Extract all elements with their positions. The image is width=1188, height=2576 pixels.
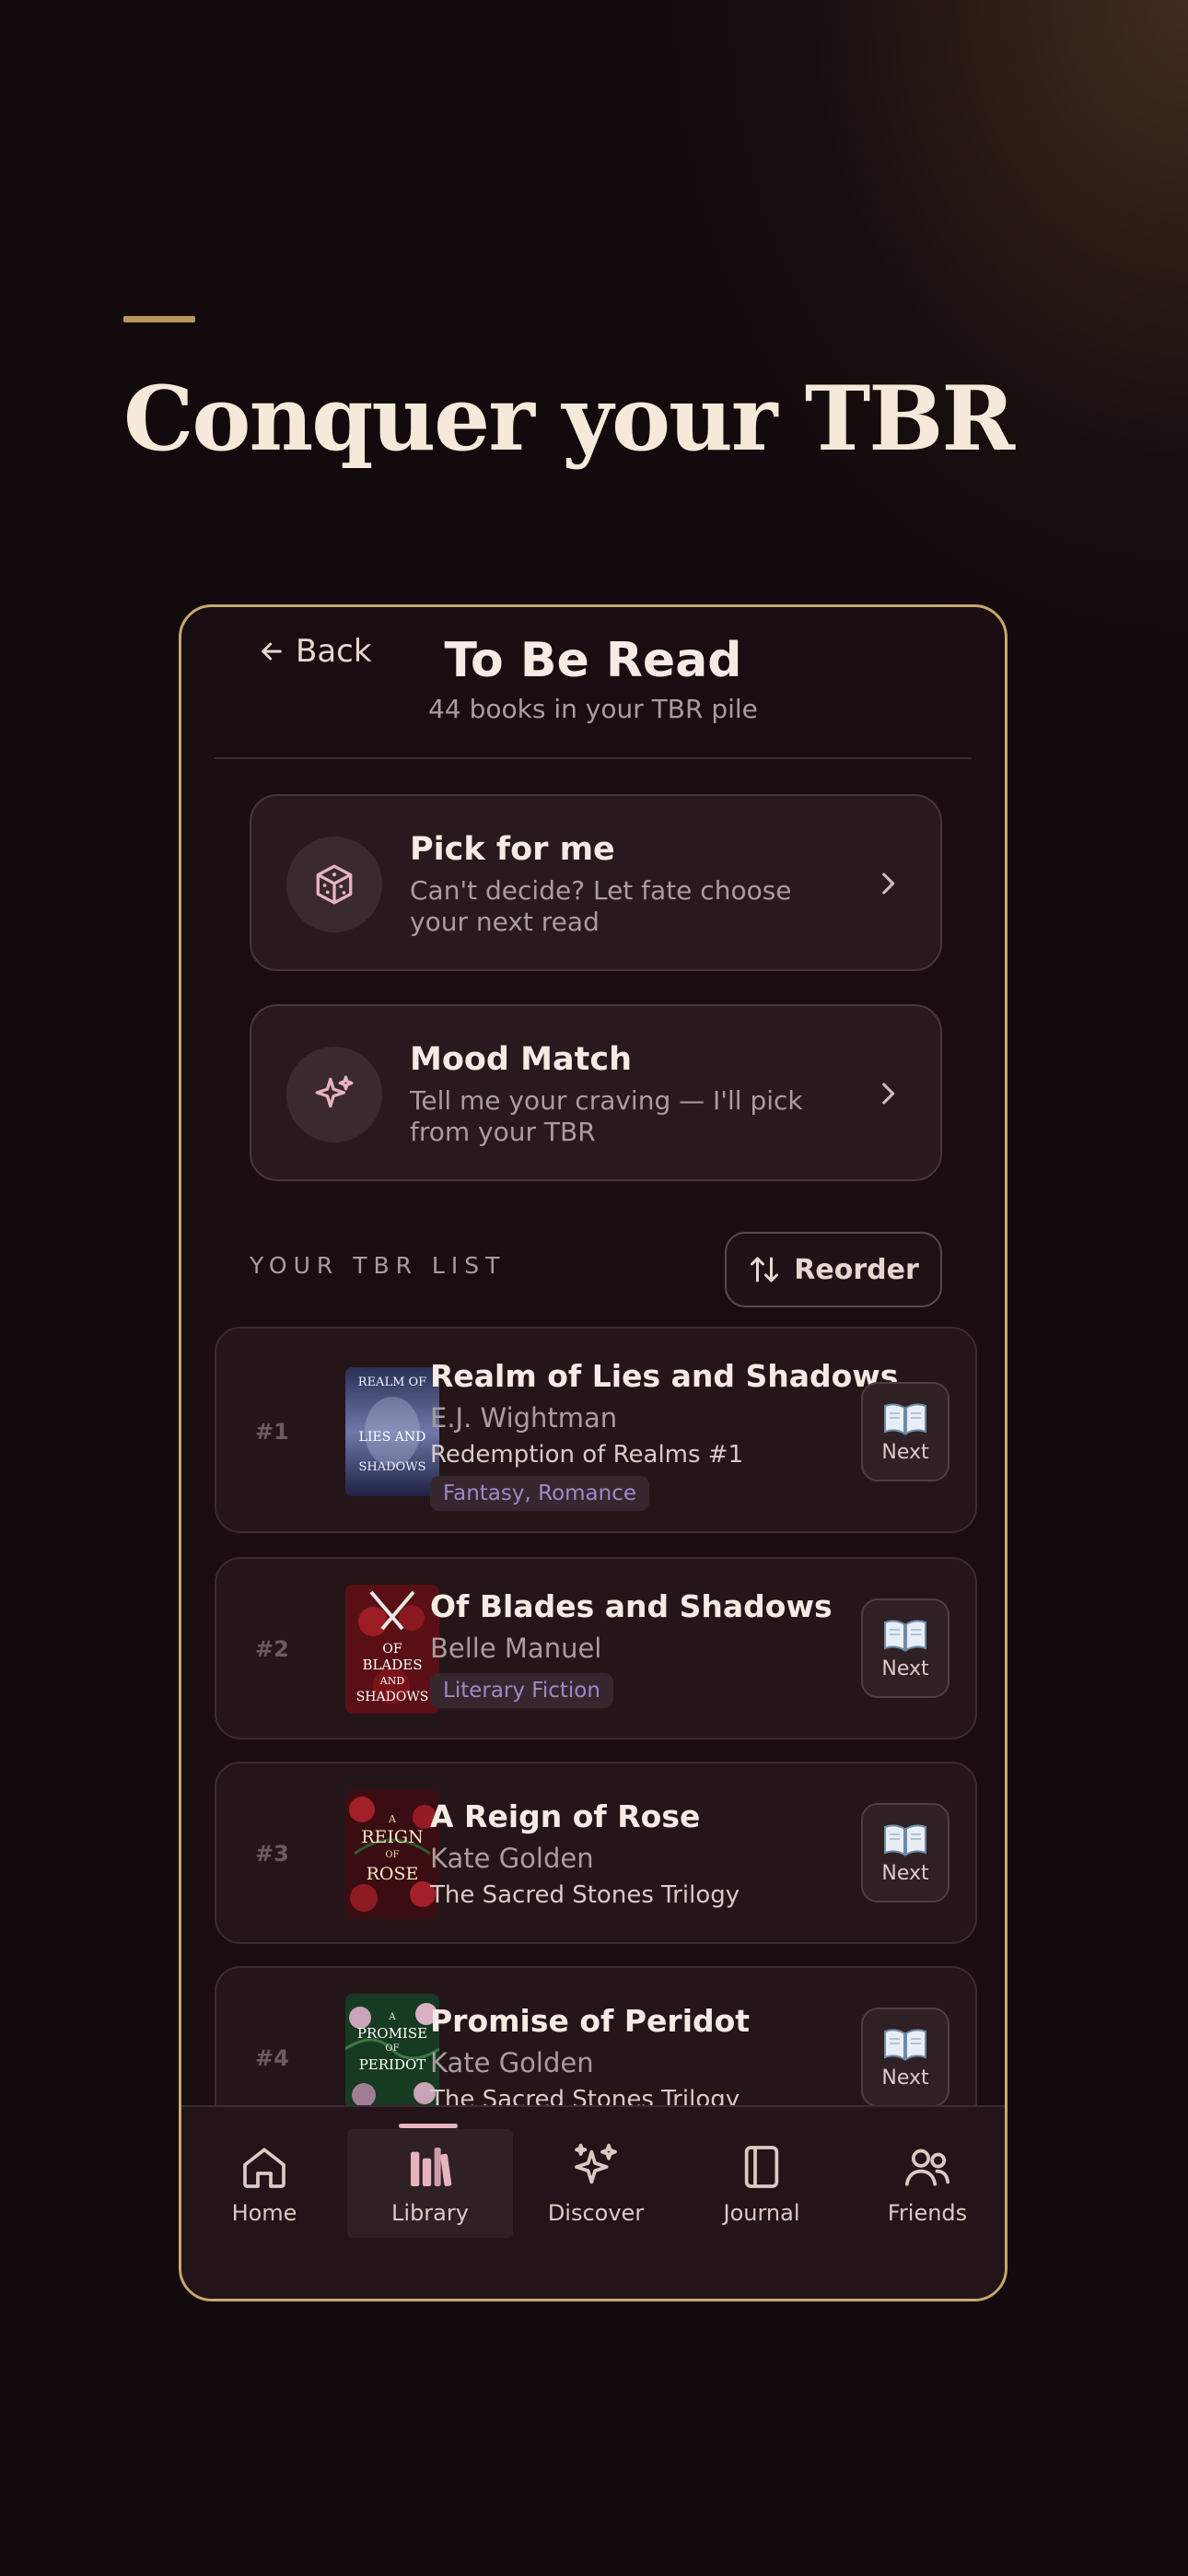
sort-arrows-icon	[751, 1257, 779, 1282]
book-author: E.J. Wightman	[430, 1402, 618, 1434]
page-title: To Be Read	[444, 633, 742, 688]
tbr-list-section-label: YOUR TBR LIST	[250, 1252, 507, 1279]
book-author: Kate Golden	[430, 1843, 594, 1874]
svg-text:SHADOWS: SHADOWS	[356, 1690, 429, 1704]
open-book-icon	[884, 1619, 926, 1652]
next-label: Next	[881, 2066, 929, 2090]
tab-journal-label: Journal	[723, 2200, 800, 2226]
svg-text:AND: AND	[379, 1675, 405, 1687]
book-cover-image: OF BLADES AND SHADOWS	[345, 1585, 439, 1714]
svg-text:SHADOWS: SHADOWS	[359, 1460, 426, 1474]
book-title: Promise of Peridot	[430, 2003, 751, 2039]
svg-text:OF: OF	[385, 2043, 399, 2054]
genre-tag: Fantasy, Romance	[430, 1476, 650, 1511]
tab-journal[interactable]: Journal	[679, 2129, 844, 2238]
tab-discover-label: Discover	[547, 2200, 645, 2226]
friends-icon	[904, 2149, 950, 2186]
open-book-icon	[884, 1402, 926, 1435]
hero-title: Conquer your TBR	[123, 367, 1015, 471]
book-author: Kate Golden	[430, 2047, 594, 2078]
pick-for-me-description: Can't decide? Let fate choose your next …	[410, 875, 792, 937]
genre-tag: Literary Fiction	[430, 1673, 613, 1708]
hero-accent-line	[123, 316, 195, 322]
svg-text:BLADES: BLADES	[362, 1657, 422, 1673]
tab-home[interactable]: Home	[181, 2129, 347, 2238]
mood-match-card[interactable]: Mood Match Tell me your craving — I'll p…	[250, 1004, 942, 1181]
sparkles-icon	[575, 2143, 617, 2184]
mark-next-button[interactable]: Next	[861, 1382, 949, 1481]
book-series: The Sacred Stones Trilogy	[430, 1881, 740, 1909]
tab-friends[interactable]: Friends	[844, 2129, 1005, 2238]
book-title: Realm of Lies and Shadows	[430, 1358, 899, 1394]
svg-text:ROSE: ROSE	[367, 1864, 419, 1884]
pick-for-me-title: Pick for me	[410, 831, 615, 868]
home-icon	[243, 2148, 285, 2188]
book-cover-image: A REIGN OF ROSE	[345, 1789, 439, 1918]
next-label: Next	[881, 1861, 929, 1885]
book-card[interactable]: #2 OF BLADES AND SHADOWS Of Blades and S…	[215, 1557, 977, 1739]
mark-next-button[interactable]: Next	[861, 1598, 949, 1698]
mark-next-button[interactable]: Next	[861, 1803, 949, 1903]
svg-text:LIES AND: LIES AND	[359, 1430, 426, 1445]
journal-icon	[744, 2146, 779, 2188]
chevron-right-icon	[882, 872, 895, 895]
tab-friends-label: Friends	[887, 2200, 968, 2226]
book-rank: #3	[255, 1841, 289, 1867]
chevron-right-icon	[882, 1083, 895, 1105]
book-rank: #1	[255, 1419, 289, 1445]
library-icon	[411, 2148, 452, 2186]
svg-text:A: A	[388, 2012, 396, 2022]
book-rank: #2	[255, 1636, 289, 1662]
svg-text:OF: OF	[385, 1850, 399, 1860]
sparkles-icon-badge	[286, 1047, 382, 1142]
dice-icon-badge	[286, 837, 382, 932]
book-rank: #4	[255, 2045, 289, 2071]
mark-next-button[interactable]: Next	[861, 2008, 949, 2107]
book-title: A Reign of Rose	[430, 1798, 701, 1834]
svg-text:PROMISE: PROMISE	[357, 2025, 427, 2042]
open-book-icon	[884, 1823, 926, 1856]
next-label: Next	[881, 1440, 929, 1464]
book-cover-image: REALM OF LIES AND SHADOWS	[345, 1367, 439, 1496]
book-author: Belle Manuel	[430, 1633, 602, 1664]
mood-match-description: Tell me your craving — I'll pick from yo…	[410, 1085, 803, 1147]
reorder-button[interactable]: Reorder	[725, 1232, 942, 1307]
dice-icon	[316, 864, 353, 905]
tab-home-label: Home	[231, 2200, 297, 2226]
svg-text:REALM OF: REALM OF	[358, 1376, 426, 1389]
book-title: Of Blades and Shadows	[430, 1588, 833, 1624]
reorder-label: Reorder	[794, 1253, 919, 1286]
open-book-icon	[884, 2028, 926, 2061]
header-divider	[215, 757, 972, 759]
tab-library[interactable]: Library	[347, 2129, 513, 2238]
next-label: Next	[881, 1657, 929, 1680]
mood-match-title: Mood Match	[410, 1041, 633, 1078]
svg-text:A: A	[388, 1813, 397, 1825]
sparkles-icon	[315, 1075, 354, 1108]
tab-library-label: Library	[391, 2200, 469, 2226]
svg-text:OF: OF	[382, 1642, 402, 1657]
svg-text:PERIDOT: PERIDOT	[359, 2056, 426, 2073]
book-card[interactable]: #3 A REIGN OF ROSE A Reign of Rose Kate …	[215, 1762, 977, 1944]
bottom-tab-bar: Home Library Discover Journal Friends	[181, 2105, 1005, 2299]
book-series: Redemption of Realms #1	[430, 1441, 744, 1469]
pick-for-me-card[interactable]: Pick for me Can't decide? Let fate choos…	[250, 794, 942, 971]
book-cover-image: A PROMISE OF PERIDOT	[345, 1994, 439, 2123]
svg-text:REIGN: REIGN	[361, 1827, 423, 1847]
tab-discover[interactable]: Discover	[513, 2129, 679, 2238]
active-tab-indicator	[399, 2124, 458, 2128]
phone-frame: Back To Be Read 44 books in your TBR pil…	[179, 604, 1007, 2301]
book-card[interactable]: #1 REALM OF LIES AND SHADOWS Realm of Li…	[215, 1327, 977, 1533]
page-subtitle: 44 books in your TBR pile	[428, 694, 758, 724]
